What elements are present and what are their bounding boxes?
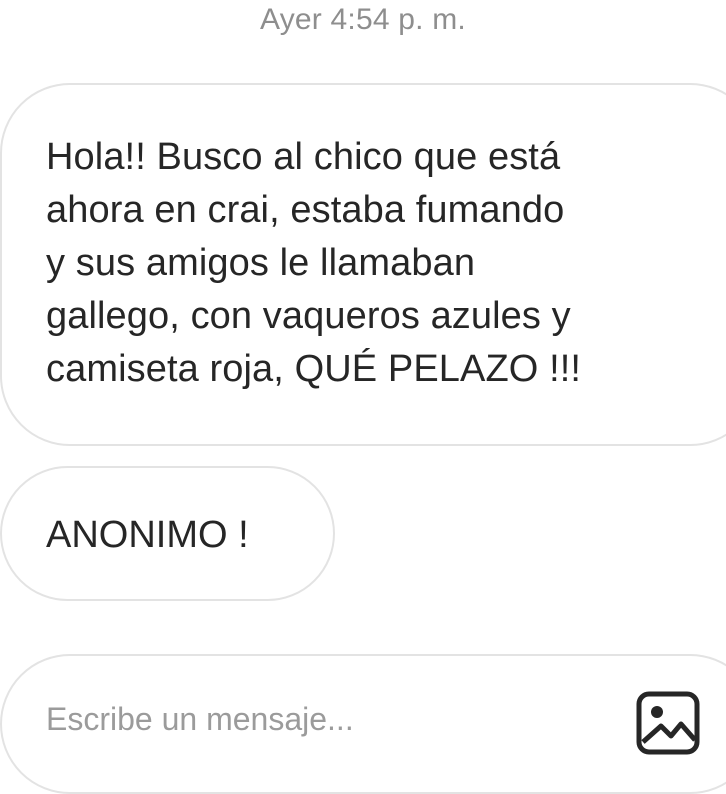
message-text: Hola!! Busco al chico que está ahora en … (46, 136, 582, 390)
received-message-bubble[interactable]: ANONIMO ! (0, 466, 335, 601)
image-gallery-icon (636, 691, 700, 755)
message-input[interactable] (46, 696, 606, 742)
message-timestamp: Ayer 4:54 p. m. (260, 3, 466, 36)
gallery-button[interactable] (635, 690, 701, 756)
message-text: ANONIMO ! (46, 514, 249, 556)
received-message-bubble[interactable]: Hola!! Busco al chico que está ahora en … (0, 83, 726, 446)
message-composer (0, 654, 726, 794)
